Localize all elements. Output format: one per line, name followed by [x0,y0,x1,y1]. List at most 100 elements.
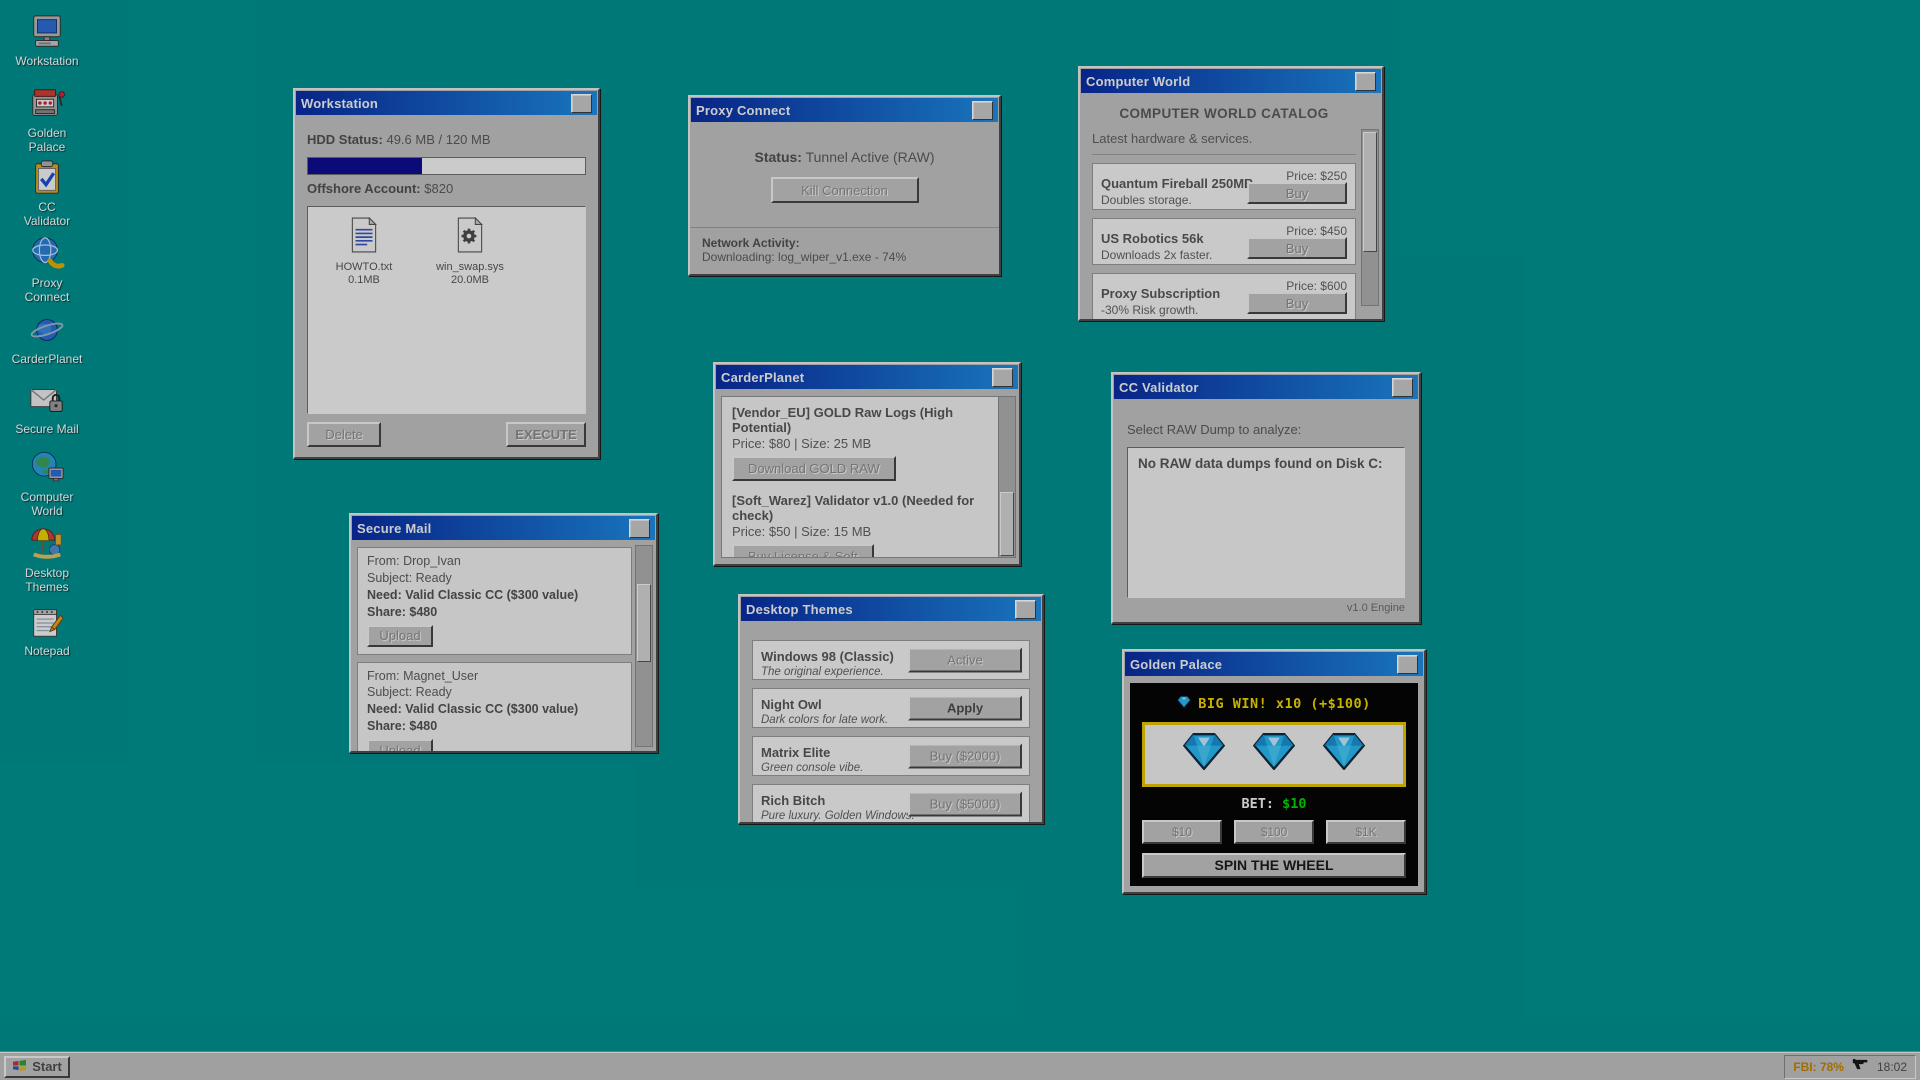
file-name: HOWTO.txt [336,261,393,273]
mail-list: From: Drop_Ivan Subject: Ready Need: Val… [351,541,656,751]
theme-active-button[interactable]: Active [908,648,1022,673]
secure-mail-titlebar[interactable]: Secure Mail [352,516,655,540]
window-title: Secure Mail [357,521,431,536]
file-size: 0.1MB [348,274,380,286]
mail-need: Need: Valid Classic CC ($300 value) [367,587,622,604]
taskbar-clock: 18:02 [1877,1060,1907,1074]
spin-the-wheel-button[interactable]: SPIN THE WHEEL [1142,853,1406,879]
close-icon[interactable] [571,94,592,113]
bet-100-button[interactable]: $100 [1234,820,1314,844]
desktop-icon-label: Computer World [14,491,80,519]
desktop-icon-label: Proxy Connect [14,277,80,305]
theme-apply-button[interactable]: Apply [908,696,1022,721]
buy-button[interactable]: Buy [1247,292,1347,314]
window-carderplanet: CarderPlanet [Vendor_EU] GOLD Raw Logs (… [713,362,1021,566]
proxy-status-line: Status: Tunnel Active (RAW) [690,149,999,165]
upload-button[interactable]: Upload [367,739,433,751]
desktop-icon-label: Notepad [24,645,69,659]
close-icon[interactable] [972,101,993,120]
globe-monitor-icon [27,448,67,488]
item-price: Price: $450 [1286,224,1347,238]
desktop-icon-secure-mail[interactable]: Secure Mail [14,380,80,437]
envelope-lock-icon [27,380,67,420]
close-icon[interactable] [629,519,650,538]
gem-icon [1183,733,1225,775]
desktop-icon-carderplanet[interactable]: CarderPlanet [14,310,80,367]
file-howto[interactable]: HOWTO.txt0.1MB [318,217,410,287]
kill-connection-button[interactable]: Kill Connection [771,177,919,203]
desktop-icon-proxy-connect[interactable]: Proxy Connect [14,234,80,305]
theme-buy-button[interactable]: Buy ($2000) [908,744,1022,769]
desktop-icon-golden-palace[interactable]: Golden Palace [14,84,80,155]
bet-label: BET: [1241,796,1274,812]
catalog-item: Proxy Subscription -30% Risk growth. Pri… [1092,273,1356,319]
buy-license-button[interactable]: Buy License & Soft [732,544,874,558]
theme-item: Rich Bitch Pure luxury. Golden Windows. … [752,784,1030,822]
scrollbar[interactable] [998,396,1016,558]
download-gold-raw-button[interactable]: Download GOLD RAW [732,456,896,481]
scrollbar-thumb[interactable] [1000,492,1014,556]
theme-buy-button[interactable]: Buy ($5000) [908,792,1022,817]
buy-button[interactable]: Buy [1247,237,1347,259]
start-button[interactable]: Start [4,1056,70,1078]
cc-validator-titlebar[interactable]: CC Validator [1114,375,1418,399]
slot-machine-icon [27,84,67,124]
mail-need: Need: Valid Classic CC ($300 value) [367,701,622,718]
window-workstation: Workstation HDD Status: 49.6 MB / 120 MB… [293,88,600,459]
buy-button[interactable]: Buy [1247,182,1347,204]
theme-item: Night Owl Dark colors for late work. App… [752,688,1030,728]
desktop-icon-label: Golden Palace [14,127,80,155]
close-icon[interactable] [1397,655,1418,674]
hdd-progressbar [307,157,586,175]
scrollbar-thumb[interactable] [1363,132,1377,252]
mail-from: From: Drop_Ivan [367,553,622,570]
start-label: Start [32,1059,62,1074]
win-banner: BIG WIN! x10 (+$100) [1142,695,1406,713]
computer-world-titlebar[interactable]: Computer World [1081,69,1381,93]
desktop-themes-titlebar[interactable]: Desktop Themes [741,597,1041,621]
scrollbar[interactable] [635,545,653,747]
proxy-connect-titlebar[interactable]: Proxy Connect [691,98,998,122]
carderplanet-titlebar[interactable]: CarderPlanet [716,365,1018,389]
execute-button[interactable]: EXECUTE [506,422,586,447]
desktop-icon-notepad[interactable]: Notepad [14,602,80,659]
catalog-item: US Robotics 56k Downloads 2x faster. Pri… [1092,218,1356,265]
mail-subject: Subject: Ready [367,684,622,701]
catalog-subheading: Latest hardware & services. [1092,131,1356,146]
close-icon[interactable] [992,368,1013,387]
file-win-swap[interactable]: win_swap.sys20.0MB [424,217,516,287]
golden-palace-titlebar[interactable]: Golden Palace [1125,652,1423,676]
upload-button[interactable]: Upload [367,625,433,647]
engine-version-label: v1.0 Engine [1127,602,1405,614]
delete-button[interactable]: Delete [307,422,381,447]
item-name: [Vendor_EU] GOLD Raw Logs (High Potentia… [732,405,1002,435]
close-icon[interactable] [1355,72,1376,91]
desktop-icon-computer-world[interactable]: Computer World [14,448,80,519]
window-title: Golden Palace [1130,657,1222,672]
scrollbar[interactable] [1361,129,1379,306]
desktop-icon-label: CC Validator [14,201,80,229]
mail-share: Share: $480 [367,718,622,735]
item-meta: Price: $50 | Size: 15 MB [732,524,1002,539]
system-tray: FBI: 78% 18:02 [1784,1055,1916,1079]
desktop-icon-cc-validator[interactable]: CC Validator [14,158,80,229]
close-icon[interactable] [1015,600,1036,619]
bet-10-button[interactable]: $10 [1142,820,1222,844]
empty-message: No RAW data dumps found on Disk C: [1138,456,1394,471]
workstation-titlebar[interactable]: Workstation [296,91,597,115]
desktop-icon-label: Workstation [15,55,78,69]
desktop-icon-label: Secure Mail [15,423,78,437]
file-size: 20.0MB [451,274,489,286]
bet-line: BET: $10 [1142,796,1406,812]
dump-listbox[interactable]: No RAW data dumps found on Disk C: [1127,447,1405,598]
network-activity-label: Network Activity: [702,236,987,250]
network-activity-value: Downloading: log_wiper_v1.exe - 74% [702,250,987,264]
offshore-account-line: Offshore Account: $820 [307,181,586,196]
scrollbar-thumb[interactable] [637,584,651,662]
desktop-icon-desktop-themes[interactable]: Desktop Themes [14,524,80,595]
ringed-planet-icon [27,310,67,350]
close-icon[interactable] [1392,378,1413,397]
slot-reels [1142,722,1406,787]
desktop-icon-workstation[interactable]: Workstation [14,12,80,69]
bet-1k-button[interactable]: $1K [1326,820,1406,844]
